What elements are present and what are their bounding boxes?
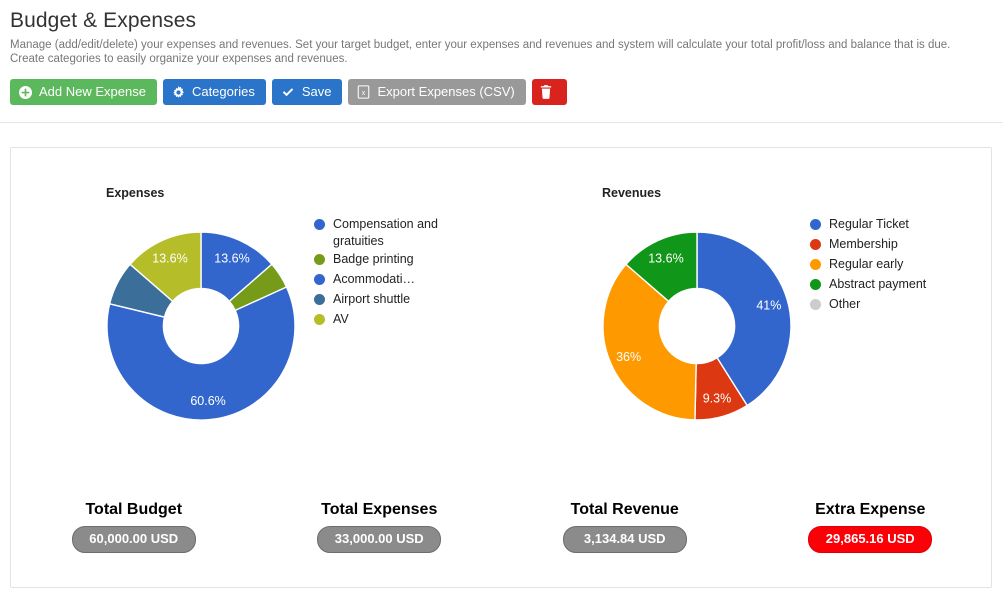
toolbar: Add New Expense Categories Save x Export… [10, 79, 1003, 105]
plus-circle-icon [19, 85, 32, 99]
legend-color-swatch [314, 294, 325, 305]
legend-color-swatch [810, 239, 821, 250]
donut-slice-label: 36% [616, 350, 641, 364]
add-new-expense-label: Add New Expense [39, 84, 146, 99]
legend-item[interactable]: AV [314, 311, 444, 329]
add-new-expense-button[interactable]: Add New Expense [10, 79, 157, 105]
legend-color-swatch [810, 279, 821, 290]
legend-item[interactable]: Membership [810, 236, 940, 254]
donut-slice-label: 13.6% [152, 251, 187, 265]
export-expenses-csv-label: Export Expenses (CSV) [377, 84, 515, 99]
total-value-badge: 3,134.84 USD [562, 526, 687, 553]
total-label: Total Revenue [570, 501, 679, 518]
page-title: Budget & Expenses [10, 9, 197, 32]
legend-label: Acommodati… [333, 272, 415, 286]
total-label: Total Expenses [321, 501, 438, 518]
legend-color-swatch [314, 274, 325, 285]
total-cell: Total Expenses 33,000.00 USD [257, 500, 503, 553]
donut-slice-label: 9.3% [703, 392, 732, 406]
legend-item[interactable]: Other [810, 296, 940, 314]
legend-label: Regular Ticket [829, 217, 909, 231]
gear-icon [172, 85, 185, 99]
legend-item[interactable]: Regular early [810, 256, 940, 274]
save-label: Save [301, 84, 332, 99]
legend-label: Badge printing [333, 252, 414, 266]
donut-slice-label: 60.6% [190, 394, 225, 408]
total-cell: Extra Expense 29,865.16 USD [748, 500, 994, 553]
legend-color-swatch [314, 254, 325, 265]
total-cell: Total Budget 60,000.00 USD [11, 500, 257, 553]
legend-label: Abstract payment [829, 277, 927, 291]
total-value-badge: 60,000.00 USD [71, 526, 196, 553]
revenues-legend: Regular Ticket Membership Regular early Abs… [810, 216, 940, 316]
save-button[interactable]: Save [271, 79, 343, 105]
total-label: Extra Expense [815, 501, 926, 518]
charts-row: Expenses 13.6% 60.6% 13.6% Compensation an… [11, 148, 991, 448]
total-value-badge: 33,000.00 USD [317, 526, 442, 553]
legend-color-swatch [314, 314, 325, 325]
legend-item[interactable]: Badge printing [314, 251, 444, 269]
donut-slice-label: 41% [756, 299, 781, 313]
donut-slice-label: 13.6% [648, 251, 683, 265]
trash-icon [540, 85, 552, 99]
donut-slice-label: 13.6% [214, 251, 249, 265]
expenses-donut[interactable]: 13.6% 60.6% 13.6% [106, 231, 296, 421]
total-label: Total Budget [85, 501, 183, 518]
legend-color-swatch [810, 219, 821, 230]
legend-item[interactable]: Acommodati… [314, 271, 444, 289]
legend-label: Regular early [829, 257, 904, 271]
delete-button[interactable] [531, 79, 567, 105]
totals-row: Total Budget 60,000.00 USD Total Expenses 3… [11, 500, 993, 553]
legend-item[interactable]: Regular Ticket [810, 216, 940, 234]
categories-button[interactable]: Categories [162, 79, 266, 105]
legend-label: Compensation and gratuities [333, 217, 438, 248]
charts-card: Expenses 13.6% 60.6% 13.6% Compensation an… [10, 147, 992, 588]
legend-label: Other [829, 297, 861, 311]
total-cell: Total Revenue 3,134.84 USD [502, 500, 748, 553]
legend-label: Membership [829, 237, 898, 251]
page-header: Budget & Expenses Manage (add/edit/delet… [0, 0, 1003, 66]
expenses-chart-title: Expenses [106, 186, 165, 200]
revenues-donut[interactable]: 41% 9.3% 36% 13.6% [602, 231, 792, 421]
total-value-badge: 29,865.16 USD [808, 526, 933, 553]
legend-color-swatch [314, 219, 325, 230]
legend-label: Airport shuttle [333, 292, 411, 306]
page-description: Manage (add/edit/delete) your expenses a… [10, 39, 951, 65]
check-icon [281, 86, 295, 99]
export-expenses-csv-button[interactable]: x Export Expenses (CSV) [348, 79, 526, 105]
legend-label: AV [333, 312, 349, 326]
budget-expenses-page: Budget & Expenses Manage (add/edit/delet… [0, 0, 1003, 600]
legend-color-swatch [810, 299, 821, 310]
legend-item[interactable]: Airport shuttle [314, 291, 444, 309]
revenues-chart-title: Revenues [602, 186, 662, 200]
expenses-legend: Compensation and gratuities Badge printin… [314, 216, 444, 331]
svg-text:x: x [362, 90, 366, 97]
spreadsheet-file-icon: x [357, 85, 370, 99]
categories-label: Categories [191, 84, 255, 99]
legend-item[interactable]: Abstract payment [810, 276, 940, 294]
header-divider [0, 122, 1003, 123]
legend-item[interactable]: Compensation and gratuities [314, 216, 444, 249]
legend-color-swatch [810, 259, 821, 270]
